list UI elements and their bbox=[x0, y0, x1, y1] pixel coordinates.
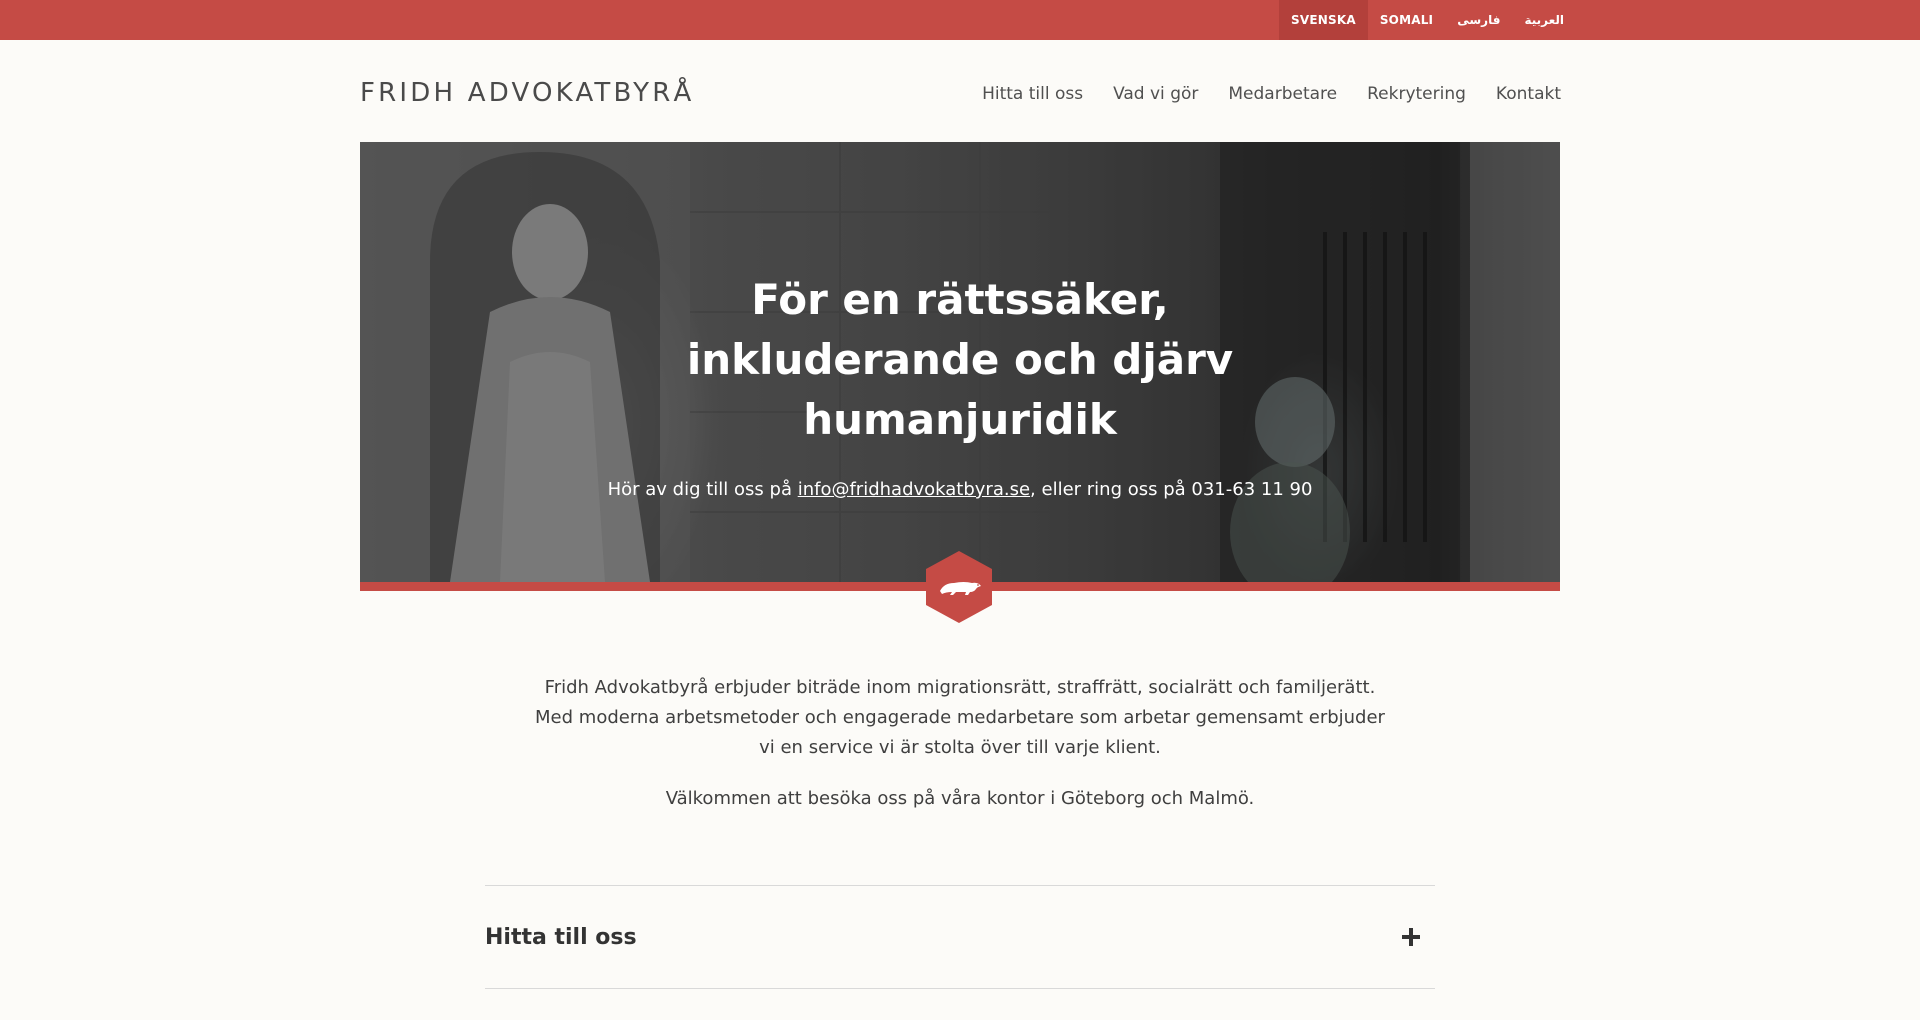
lang-arabic[interactable]: العربية bbox=[1512, 0, 1576, 40]
nav-item-vad-vi-gor[interactable]: Vad vi gör bbox=[1113, 84, 1198, 104]
contact-suffix: , eller ring oss på 031-63 11 90 bbox=[1030, 479, 1313, 500]
site-logo[interactable]: FRIDH ADVOKATBYRÅ bbox=[360, 78, 694, 108]
weasel-hexagon-icon bbox=[926, 551, 992, 623]
lang-somali[interactable]: SOMALI bbox=[1368, 0, 1445, 40]
contact-prefix: Hör av dig till oss på bbox=[607, 479, 798, 500]
accordion-item-hitta-till-oss[interactable]: Hitta till oss bbox=[485, 885, 1435, 989]
nav-item-medarbetare[interactable]: Medarbetare bbox=[1228, 84, 1337, 104]
plus-icon[interactable] bbox=[1400, 926, 1422, 948]
lang-farsi[interactable]: فارسی bbox=[1445, 0, 1512, 40]
accordion: Hitta till oss bbox=[485, 885, 1435, 989]
hero-contact-line: Hör av dig till oss på info@fridhadvokat… bbox=[360, 479, 1560, 500]
language-list: SVENSKA SOMALI فارسی العربية bbox=[1279, 0, 1576, 40]
hero-banner: För en rättssäker, inkluderande och djär… bbox=[360, 142, 1560, 591]
nav-item-kontakt[interactable]: Kontakt bbox=[1496, 84, 1561, 104]
nav-item-rekrytering[interactable]: Rekrytering bbox=[1367, 84, 1466, 104]
intro-paragraph: Fridh Advokatbyrå erbjuder biträde inom … bbox=[535, 677, 1385, 758]
language-bar: SVENSKA SOMALI فارسی العربية bbox=[0, 0, 1920, 40]
lang-svenska[interactable]: SVENSKA bbox=[1279, 0, 1368, 40]
main-nav: Hitta till oss Vad vi gör Medarbetare Re… bbox=[982, 84, 1561, 104]
email-link[interactable]: info@fridhadvokatbyra.se bbox=[798, 479, 1030, 500]
hero-title: För en rättssäker, inkluderande och djär… bbox=[686, 275, 1234, 444]
nav-item-hitta-till-oss[interactable]: Hitta till oss bbox=[982, 84, 1083, 104]
intro-welcome: Välkommen att besöka oss på våra kontor … bbox=[665, 788, 1255, 809]
intro-section: Fridh Advokatbyrå erbjuder biträde inom … bbox=[535, 673, 1385, 814]
accordion-title: Hitta till oss bbox=[485, 924, 637, 950]
